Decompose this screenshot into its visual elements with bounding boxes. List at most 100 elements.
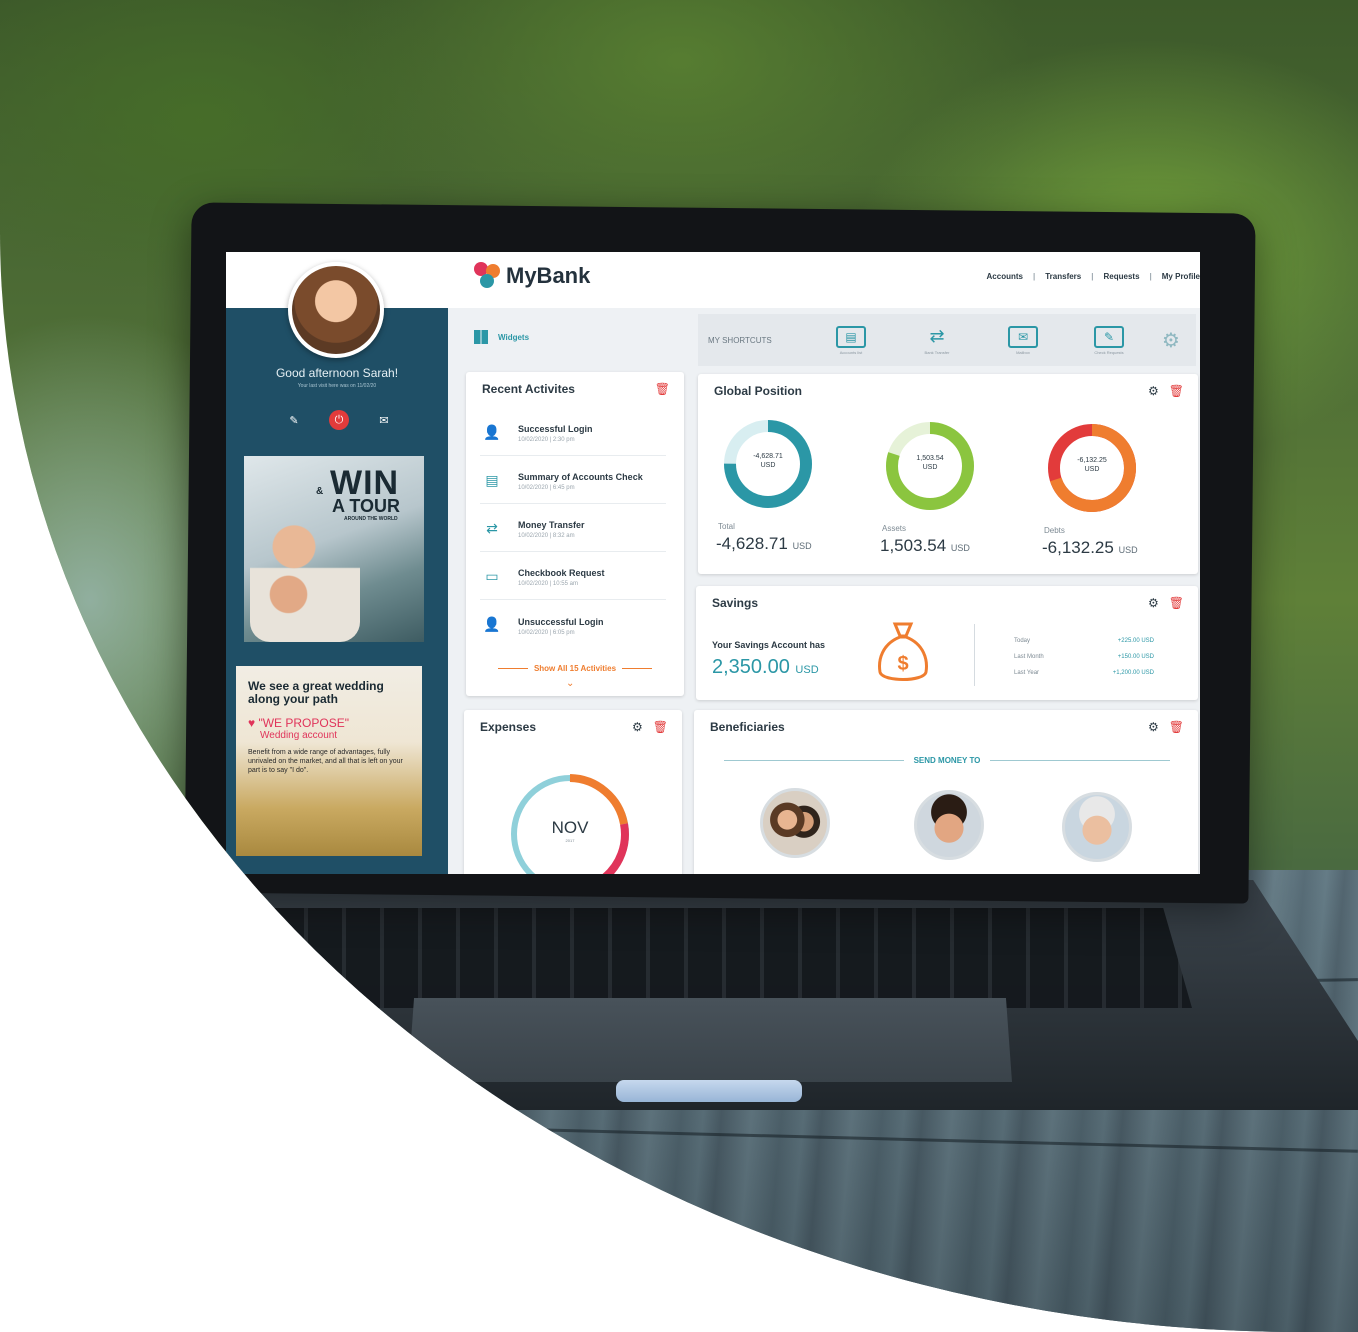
list-item[interactable]: ⇄ Money Transfer 10/02/2020 | 8:32 am <box>480 508 666 552</box>
assets-amount: 1,503.54 <box>880 536 947 555</box>
brand-name: MyBank <box>506 263 591 288</box>
greeting: Good afternoon Sarah! <box>275 366 399 380</box>
promo-wedding[interactable]: We see a great wedding along your path ♥… <box>236 666 422 856</box>
savings-card: Savings ⚙ 🗑 Your Savings Account has 2,3… <box>696 586 1198 700</box>
beneficiary-avatar[interactable] <box>1062 792 1132 862</box>
promo-wedding-body: Benefit from a wide range of advantages,… <box>248 749 403 774</box>
savings-divider <box>974 624 975 686</box>
brand-logo[interactable]: MyBank <box>474 262 590 290</box>
id-card-icon: ▤ <box>836 325 866 348</box>
activity-date: 10/02/2020 | 10:55 am <box>518 581 578 587</box>
gear-icon[interactable]: ⚙ <box>1162 328 1180 353</box>
donut-debts-center: -6,132.25 USD <box>1044 456 1140 474</box>
list-item[interactable]: 👤 Successful Login 10/02/2020 | 2:30 pm <box>480 412 666 456</box>
shortcut-check-requests[interactable]: ✎ Check Requests <box>1066 325 1152 355</box>
list-item[interactable]: ▭ Checkbook Request 10/02/2020 | 10:55 a… <box>480 556 666 600</box>
savings-change: +150.00 USD <box>1117 654 1154 660</box>
savings-amount: 2,350.00 USD <box>712 656 819 679</box>
transfer-icon: ⇄ <box>486 519 498 536</box>
trash-icon[interactable]: 🗑 <box>1169 384 1184 398</box>
nav-requests[interactable]: Requests <box>1104 272 1140 281</box>
shortcut-transfer[interactable]: ⇄ Bank Transfer <box>894 326 980 355</box>
nav-my-profile[interactable]: My Profile <box>1162 272 1200 281</box>
expenses-title: Expenses <box>480 720 537 734</box>
mail-icon[interactable]: ✉ <box>374 410 394 430</box>
gear-icon[interactable]: ⚙ <box>1148 596 1159 610</box>
activity-title: Successful Login <box>518 424 593 434</box>
shortcut-caption: Mailbox <box>1016 349 1030 355</box>
shortcut-caption: Accounts list <box>839 349 863 355</box>
promo-couple-image <box>250 506 360 642</box>
activity-date: 10/02/2020 | 6:05 pm <box>518 629 575 636</box>
total-amount: -4,628.71 <box>716 534 788 553</box>
promo-win-tour[interactable]: & WIN A TOUR AROUND THE WORLD <box>244 456 424 642</box>
sidebar: Good afternoon Sarah! Your last visit he… <box>226 308 448 874</box>
user-icon: 👤 <box>483 423 501 440</box>
activity-title: Summary of Accounts Check <box>518 472 643 482</box>
widgets-label: Widgets <box>498 332 530 342</box>
widgets-button[interactable]: Widgets <box>474 330 529 344</box>
nav-accounts[interactable]: Accounts <box>987 272 1023 281</box>
list-item[interactable]: 👤 Unsuccessful Login 10/02/2020 | 6:05 p… <box>480 604 666 648</box>
savings-row: Last Year +1,200.00 USD <box>1014 670 1154 676</box>
show-all-activities-link[interactable]: Show All 15 Activities <box>480 664 670 673</box>
total-caption: Total <box>718 522 735 531</box>
donut-total-center: -4,628.71 USD <box>720 452 816 470</box>
beneficiaries-card: Beneficiaries ⚙ 🗑 SEND MONEY TO <box>694 710 1198 874</box>
global-position-card: Global Position ⚙ 🗑 -4,628.71 USD 1,503.… <box>698 374 1198 574</box>
form-icon: ✎ <box>1094 325 1124 348</box>
trash-icon[interactable]: 🗑 <box>1169 720 1184 734</box>
gear-icon[interactable]: ⚙ <box>1148 720 1159 734</box>
recent-activities-card: Recent Activites 🗑 👤 Successful Login 10… <box>466 372 684 696</box>
savings-change: +1,200.00 USD <box>1112 670 1154 676</box>
savings-period: Today <box>1014 638 1031 644</box>
card-controls: 🗑 <box>655 382 670 396</box>
nav-transfers[interactable]: Transfers <box>1045 272 1081 281</box>
debts-caption: Debts <box>1044 526 1065 535</box>
last-visit: Your last visit here was on 11/02/20 <box>297 383 377 389</box>
gear-icon[interactable]: ⚙ <box>1148 384 1159 398</box>
card-controls: ⚙ 🗑 <box>1148 384 1184 398</box>
card-controls: ⚙ 🗑 <box>1148 596 1184 610</box>
savings-period: Last Year <box>1014 670 1040 676</box>
sidebar-actions: ✎ ⏻ ✉ <box>284 410 394 430</box>
donut-center-unit: USD <box>922 464 938 471</box>
savings-row: Today +225.00 USD <box>1014 638 1154 644</box>
power-icon[interactable]: ⏻ <box>329 410 349 430</box>
laptop-trackpad <box>408 998 1012 1082</box>
transfer-icon: ⇄ <box>929 326 945 346</box>
shortcut-mailbox[interactable]: ✉ Mailbox <box>980 325 1066 355</box>
recent-activities-title: Recent Activites <box>482 382 575 396</box>
savings-title: Savings <box>712 596 759 610</box>
beneficiaries-title: Beneficiaries <box>710 720 785 734</box>
expenses-year: 2017 <box>565 838 575 843</box>
promo-amp: & <box>316 486 324 497</box>
beneficiary-avatar[interactable] <box>760 788 830 858</box>
total-unit: USD <box>792 541 812 551</box>
top-header: MyBank Accounts | Transfers | Requests |… <box>448 252 1200 308</box>
donut-center-unit: USD <box>1084 466 1100 473</box>
user-avatar[interactable] <box>288 262 384 358</box>
activity-date: 10/02/2020 | 2:30 pm <box>518 437 575 443</box>
expenses-month: NOV <box>551 818 589 837</box>
trash-icon[interactable]: 🗑 <box>1169 596 1184 610</box>
debts-amount: -6,132.25 <box>1042 538 1114 557</box>
mail-icon: ✉ <box>1008 325 1038 348</box>
donut-center-value: -4,628.71 <box>753 453 783 460</box>
shortcut-accounts[interactable]: ▤ Accounts list <box>808 325 894 355</box>
savings-period: Last Month <box>1014 654 1044 660</box>
trash-icon[interactable]: 🗑 <box>653 720 668 734</box>
gear-icon[interactable]: ⚙ <box>632 720 643 734</box>
savings-amount-unit: USD <box>795 664 819 676</box>
trash-icon[interactable]: 🗑 <box>655 382 670 396</box>
toolbar: Widgets MY SHORTCUTS ▤ Accounts list ⇄ B… <box>448 308 1200 366</box>
savings-label: Your Savings Account has <box>712 640 826 650</box>
list-item[interactable]: ▤ Summary of Accounts Check 10/02/2020 |… <box>480 460 666 504</box>
beneficiary-avatar[interactable] <box>914 790 984 860</box>
chevron-down-icon[interactable]: ⌄ <box>566 678 574 689</box>
edit-icon[interactable]: ✎ <box>284 410 304 430</box>
laptop-keyboard <box>232 908 1192 1008</box>
nav-separator: | <box>1149 272 1152 281</box>
promo-wedding-tagline: ♥ "WE PROPOSE" <box>248 716 349 730</box>
shortcut-caption: Bank Transfer <box>924 349 950 355</box>
